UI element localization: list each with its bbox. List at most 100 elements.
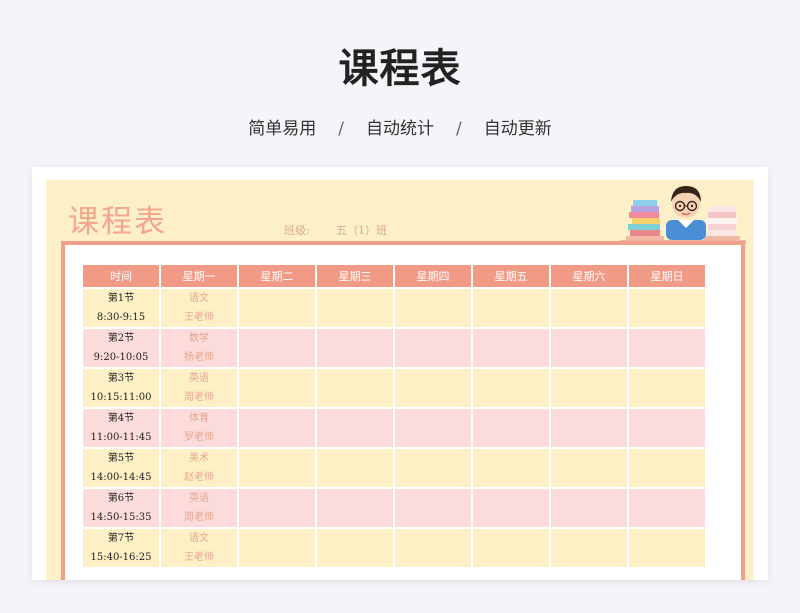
class-label: 班级:	[284, 224, 310, 237]
preview-card: 课程表 班级: 五（1）班 时间 星期一 星期二 星期三 星期四 星期五 星期六…	[32, 167, 768, 580]
feature-tag: 自动统计	[366, 119, 434, 139]
friday-class-cell[interactable]	[473, 369, 549, 407]
monday-class-cell[interactable]: 美术 赵老师	[161, 449, 237, 487]
thursday-class-cell[interactable]	[395, 329, 471, 367]
monday-class-cell[interactable]: 英语 周老师	[161, 489, 237, 527]
saturday-class-cell[interactable]	[551, 409, 627, 447]
sheet-title: 课程表	[68, 204, 167, 240]
wednesday-class-cell[interactable]	[317, 449, 393, 487]
period-label: 第5节	[107, 453, 135, 464]
feature-tag: 简单易用	[248, 119, 317, 139]
tuesday-class-cell[interactable]	[239, 489, 315, 527]
tuesday-class-cell[interactable]	[239, 289, 315, 327]
period-label: 第2节	[107, 333, 135, 344]
thursday-class-cell[interactable]	[395, 369, 471, 407]
sunday-class-cell[interactable]	[629, 529, 705, 567]
period-time-cell: 第3节 10:15:11:00	[83, 369, 159, 407]
friday-class-cell[interactable]	[473, 329, 549, 367]
subject-name: 语文	[189, 293, 209, 304]
thursday-class-cell[interactable]	[395, 489, 471, 527]
tuesday-class-cell[interactable]	[239, 529, 315, 567]
saturday-class-cell[interactable]	[551, 289, 627, 327]
table-row: 第2节 9:20-10:05 数学 杨老师	[83, 329, 705, 367]
sunday-class-cell[interactable]	[629, 329, 705, 367]
period-time: 9:20-10:05	[93, 352, 149, 363]
period-time-cell: 第4节 11:00-11:45	[83, 409, 159, 447]
schedule-table: 时间 星期一 星期二 星期三 星期四 星期五 星期六 星期日 第1节 8:30-9…	[81, 263, 707, 569]
table-row: 第7节 15:40-16:25 语文 王老师	[83, 529, 705, 567]
thursday-class-cell[interactable]	[395, 529, 471, 567]
tuesday-class-cell[interactable]	[239, 409, 315, 447]
monday-class-cell[interactable]: 英语 周老师	[161, 369, 237, 407]
period-time: 14:00-14:45	[90, 472, 152, 483]
wednesday-class-cell[interactable]	[317, 529, 393, 567]
period-time-cell: 第1节 8:30-9:15	[83, 289, 159, 327]
monday-class-cell[interactable]: 语文 王老师	[161, 529, 237, 567]
saturday-class-cell[interactable]	[551, 329, 627, 367]
period-label: 第3节	[107, 373, 135, 384]
saturday-class-cell[interactable]	[551, 449, 627, 487]
sunday-class-cell[interactable]	[629, 449, 705, 487]
tuesday-class-cell[interactable]	[239, 369, 315, 407]
teacher-name: 周老师	[184, 512, 214, 523]
friday-class-cell[interactable]	[473, 289, 549, 327]
sunday-class-cell[interactable]	[629, 489, 705, 527]
class-value: 五（1）班	[336, 224, 387, 237]
column-header-fri: 星期五	[473, 265, 549, 287]
period-label: 第1节	[107, 293, 135, 304]
column-header-sun: 星期日	[629, 265, 705, 287]
column-header-wed: 星期三	[317, 265, 393, 287]
teacher-name: 王老师	[184, 312, 214, 323]
teacher-name: 罗老师	[184, 432, 214, 443]
thursday-class-cell[interactable]	[395, 449, 471, 487]
column-header-tue: 星期二	[239, 265, 315, 287]
column-header-sat: 星期六	[551, 265, 627, 287]
tag-separator: /	[338, 119, 344, 139]
period-time-cell: 第5节 14:00-14:45	[83, 449, 159, 487]
teacher-name: 王老师	[184, 552, 214, 563]
period-time: 14:50-15:35	[90, 512, 152, 523]
monday-class-cell[interactable]: 数学 杨老师	[161, 329, 237, 367]
friday-class-cell[interactable]	[473, 489, 549, 527]
saturday-class-cell[interactable]	[551, 529, 627, 567]
tuesday-class-cell[interactable]	[239, 329, 315, 367]
thursday-class-cell[interactable]	[395, 409, 471, 447]
saturday-class-cell[interactable]	[551, 369, 627, 407]
teacher-name: 周老师	[184, 392, 214, 403]
wednesday-class-cell[interactable]	[317, 369, 393, 407]
table-row: 第3节 10:15:11:00 英语 周老师	[83, 369, 705, 407]
subject-name: 美术	[189, 453, 209, 464]
column-header-time: 时间	[83, 265, 159, 287]
period-time-cell: 第6节 14:50-15:35	[83, 489, 159, 527]
column-header-thu: 星期四	[395, 265, 471, 287]
wednesday-class-cell[interactable]	[317, 329, 393, 367]
page-title: 课程表	[338, 46, 462, 92]
subject-name: 语文	[189, 533, 209, 544]
student-with-books-illustration	[620, 186, 746, 244]
friday-class-cell[interactable]	[473, 449, 549, 487]
teacher-name: 杨老师	[184, 352, 214, 363]
period-time: 11:00-11:45	[90, 432, 152, 443]
wednesday-class-cell[interactable]	[317, 289, 393, 327]
table-row: 第6节 14:50-15:35 英语 周老师	[83, 489, 705, 527]
wednesday-class-cell[interactable]	[317, 409, 393, 447]
subject-name: 体育	[189, 413, 209, 424]
friday-class-cell[interactable]	[473, 409, 549, 447]
schedule-sheet: 课程表 班级: 五（1）班 时间 星期一 星期二 星期三 星期四 星期五 星期六…	[46, 180, 754, 580]
period-time-cell: 第7节 15:40-16:25	[83, 529, 159, 567]
column-header-mon: 星期一	[161, 265, 237, 287]
sunday-class-cell[interactable]	[629, 369, 705, 407]
teacher-name: 赵老师	[184, 472, 214, 483]
friday-class-cell[interactable]	[473, 529, 549, 567]
tuesday-class-cell[interactable]	[239, 449, 315, 487]
period-time-cell: 第2节 9:20-10:05	[83, 329, 159, 367]
table-row: 第1节 8:30-9:15 语文 王老师	[83, 289, 705, 327]
sunday-class-cell[interactable]	[629, 289, 705, 327]
table-row: 第4节 11:00-11:45 体育 罗老师	[83, 409, 705, 447]
wednesday-class-cell[interactable]	[317, 489, 393, 527]
sunday-class-cell[interactable]	[629, 409, 705, 447]
thursday-class-cell[interactable]	[395, 289, 471, 327]
monday-class-cell[interactable]: 语文 王老师	[161, 289, 237, 327]
saturday-class-cell[interactable]	[551, 489, 627, 527]
monday-class-cell[interactable]: 体育 罗老师	[161, 409, 237, 447]
